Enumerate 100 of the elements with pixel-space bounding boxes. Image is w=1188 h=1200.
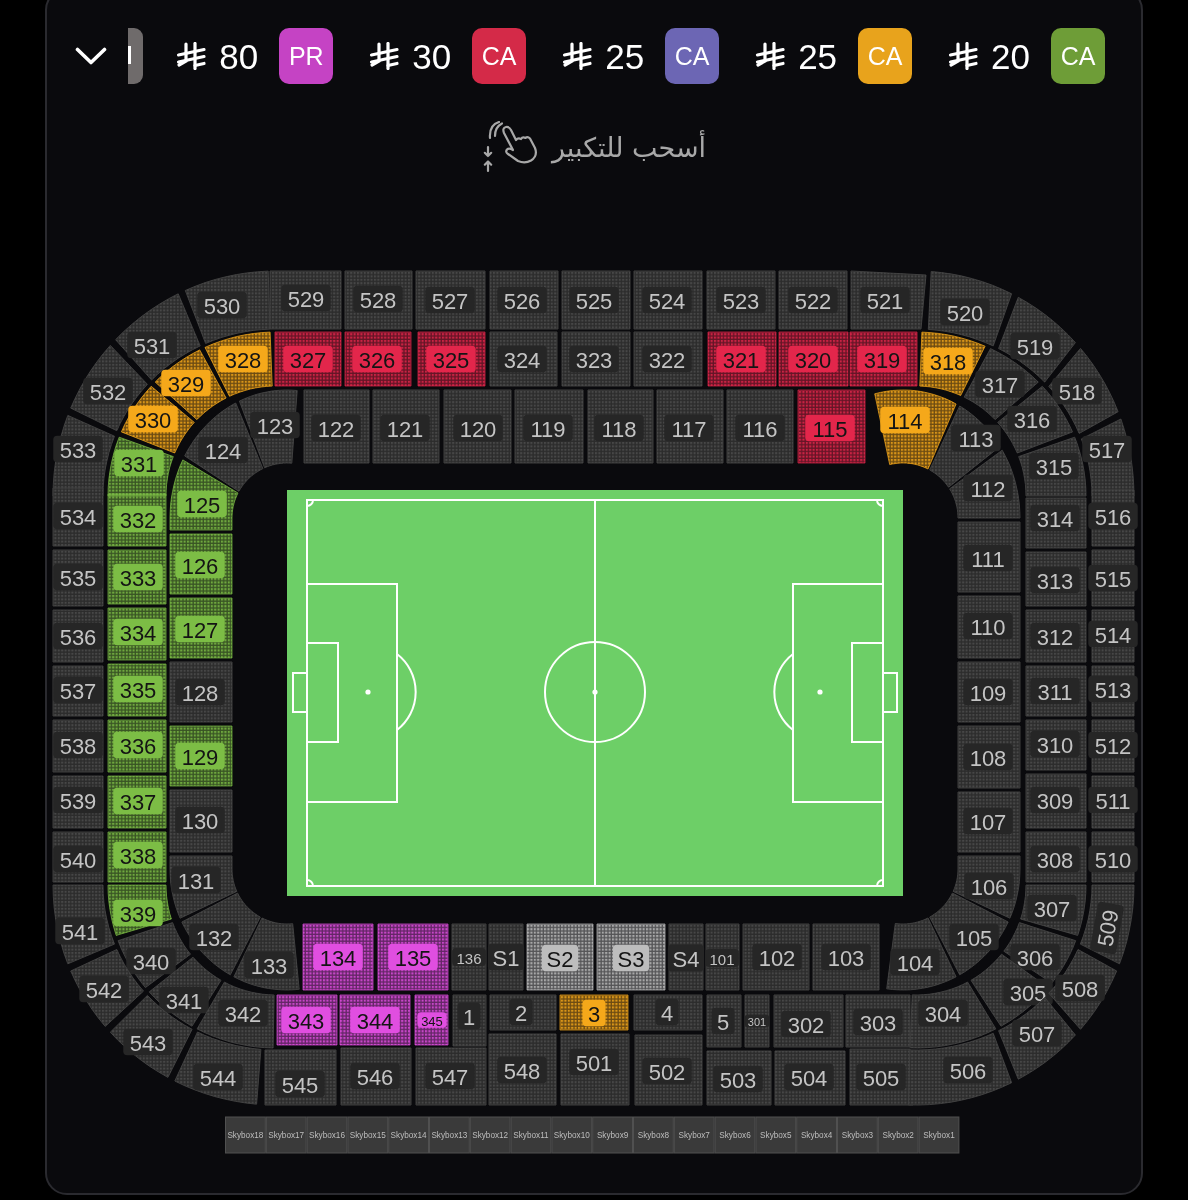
seat-section[interactable]: 513 (1088, 665, 1138, 717)
seat-section[interactable]: 103 (812, 923, 880, 991)
seat-section[interactable]: 334 (107, 607, 167, 661)
seat-section[interactable]: 524 (633, 270, 703, 330)
seat-section[interactable]: 112 (949, 449, 1021, 519)
seat-section[interactable]: 546 (340, 1047, 412, 1106)
seat-section[interactable]: 344 (339, 994, 411, 1046)
seat-section[interactable]: 521 (850, 270, 927, 330)
seat-section[interactable]: 527 (415, 270, 486, 330)
seat-section[interactable]: 335 (107, 663, 167, 717)
seat-section[interactable]: 102 (742, 923, 810, 991)
category-badge[interactable]: PR (279, 28, 334, 84)
seat-section[interactable]: 537 (52, 665, 104, 717)
seat-section[interactable]: 5 (706, 994, 742, 1048)
seat-section[interactable]: 540 (52, 831, 104, 883)
seat-section[interactable]: 505 (849, 1048, 914, 1106)
category-badge[interactable]: CA (472, 28, 527, 84)
seat-section[interactable]: 126 (169, 533, 233, 595)
seat-section[interactable]: 510 (1088, 831, 1138, 883)
seat-section[interactable]: 323 (561, 331, 631, 387)
seat-section[interactable]: 536 (52, 609, 104, 663)
skybox-section[interactable]: Skybox6 (714, 1116, 756, 1154)
seat-section[interactable]: 135 (377, 923, 449, 991)
category-badge[interactable] (128, 28, 144, 84)
seat-section[interactable]: 523 (706, 270, 776, 330)
seat-section[interactable]: 539 (52, 775, 104, 829)
seat-section[interactable]: 534 (52, 487, 104, 547)
seat-section[interactable]: 309 (1025, 773, 1087, 829)
seat-section[interactable]: 525 (561, 270, 631, 330)
seat-section[interactable]: 315 (1018, 436, 1087, 497)
seat-section[interactable]: 118 (587, 389, 654, 464)
seat-section[interactable]: 130 (169, 789, 233, 853)
seat-section[interactable]: 522 (778, 270, 848, 330)
seat-section[interactable]: 320 (778, 331, 849, 387)
seat-section[interactable]: 128 (169, 661, 233, 723)
skybox-section[interactable]: Skybox4 (796, 1116, 837, 1154)
seat-section[interactable]: 111 (957, 521, 1021, 593)
seat-section[interactable]: 129 (169, 725, 233, 787)
seat-section[interactable]: 538 (52, 719, 104, 773)
skybox-section[interactable]: Skybox9 (592, 1116, 633, 1154)
seat-section[interactable]: 506 (907, 1032, 1013, 1106)
seat-section[interactable]: 308 (1025, 831, 1087, 883)
seat-section[interactable]: S4 (667, 923, 705, 991)
seat-section[interactable]: 511 (1088, 775, 1138, 829)
seat-section[interactable]: 310 (1025, 719, 1087, 771)
seat-section[interactable]: 503 (706, 1050, 772, 1106)
seat-section[interactable]: S3 (596, 923, 666, 991)
seat-section[interactable]: S2 (526, 923, 594, 991)
skybox-section[interactable]: Skybox2 (877, 1116, 919, 1154)
skybox-section[interactable]: Skybox7 (673, 1116, 715, 1154)
seat-section[interactable]: 544 (174, 1031, 262, 1105)
seat-section[interactable]: 331 (107, 436, 174, 497)
skybox-section[interactable]: Skybox3 (837, 1116, 878, 1154)
seat-section[interactable]: 327 (274, 331, 342, 387)
seat-section[interactable]: 119 (514, 389, 584, 464)
seat-section[interactable]: 107 (957, 791, 1021, 853)
seat-section[interactable]: 528 (344, 270, 413, 330)
seat-section[interactable]: 136 (451, 923, 487, 991)
skybox-section[interactable]: Skybox18 (225, 1116, 266, 1154)
seat-section[interactable]: 117 (656, 389, 724, 464)
seat-section[interactable]: 526 (489, 270, 559, 330)
seat-section[interactable]: 122 (303, 389, 370, 464)
skybox-section[interactable]: Skybox10 (551, 1116, 593, 1154)
seat-section[interactable]: 4 (633, 994, 703, 1031)
seat-section[interactable]: 120 (443, 389, 512, 464)
seat-section[interactable]: 501 (560, 1033, 630, 1106)
seat-section[interactable]: 547 (415, 1047, 487, 1106)
skybox-section[interactable]: Skybox5 (755, 1116, 797, 1154)
seat-section[interactable]: 303 (845, 994, 911, 1048)
seat-section[interactable]: 134 (302, 923, 374, 991)
seat-section[interactable]: 312 (1025, 609, 1087, 663)
seat-section[interactable]: 322 (633, 331, 703, 387)
seat-section[interactable]: 314 (1025, 497, 1087, 549)
seat-section[interactable]: 502 (634, 1034, 703, 1106)
seat-section[interactable]: 311 (1025, 665, 1087, 717)
seat-section[interactable]: 115 (797, 389, 866, 464)
seat-section[interactable]: 343 (276, 994, 338, 1046)
seat-section[interactable]: 535 (52, 549, 104, 607)
seat-section[interactable]: 1 (452, 994, 487, 1047)
seat-section[interactable]: 110 (957, 595, 1021, 659)
seat-section[interactable]: 333 (107, 549, 167, 605)
seat-section[interactable]: 3 (559, 994, 629, 1031)
seat-section[interactable]: 133 (233, 917, 300, 991)
seat-section[interactable]: 127 (169, 597, 233, 659)
seat-section[interactable]: 514 (1088, 609, 1138, 663)
seat-section[interactable]: 515 (1088, 549, 1138, 607)
category-badge[interactable]: CA (665, 28, 720, 84)
seat-section[interactable]: 313 (1025, 551, 1087, 607)
skybox-section[interactable]: Skybox15 (347, 1116, 389, 1154)
seat-section[interactable]: 321 (707, 331, 777, 387)
seat-section[interactable]: 301 (744, 994, 770, 1048)
seat-section[interactable]: 104 (886, 917, 957, 991)
seat-section[interactable]: 504 (774, 1050, 846, 1106)
skybox-section[interactable]: Skybox13 (429, 1116, 470, 1154)
skybox-section[interactable]: Skybox1 (918, 1116, 960, 1154)
seat-section[interactable]: 319 (849, 331, 918, 387)
seat-section[interactable]: 324 (489, 331, 558, 387)
seat-section[interactable]: 548 (488, 1033, 557, 1106)
seat-section[interactable]: 101 (705, 923, 740, 991)
seat-section[interactable]: 325 (417, 331, 486, 387)
